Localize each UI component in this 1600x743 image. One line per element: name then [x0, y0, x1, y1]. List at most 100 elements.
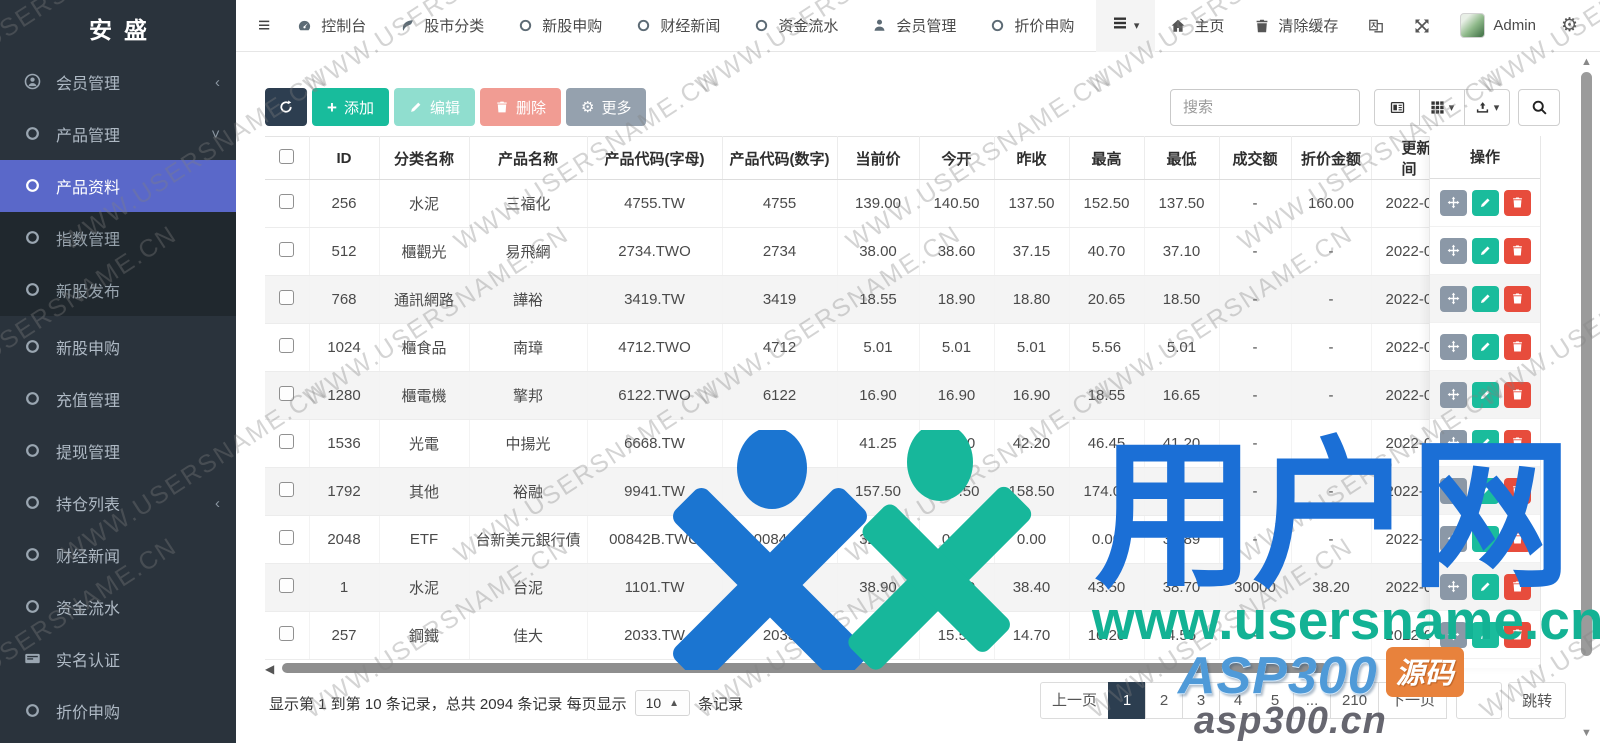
- table-row[interactable]: 1280 櫃電機 擎邦 6122.TWO 6122 16.90 16.90 16.90 18.5…: [265, 371, 1462, 420]
- clear-cache-button[interactable]: 清除缓存: [1254, 15, 1338, 36]
- row-checkbox[interactable]: [279, 386, 295, 401]
- language-button[interactable]: [1368, 18, 1384, 34]
- page-button-2[interactable]: 2: [1145, 682, 1184, 719]
- table-row[interactable]: 1 水泥 台泥 1101.TW 1101 38.90 39.00 38.40 43.50 38.7…: [265, 563, 1462, 612]
- page-button-...[interactable]: ...: [1293, 682, 1332, 719]
- horizontal-scroll-thumb[interactable]: [282, 663, 1328, 673]
- row-checkbox[interactable]: [279, 434, 295, 449]
- table-row[interactable]: 257 鋼鐵 佳大 2033.TW 2033 15.50 15.50 14.70 16.20 4.…: [265, 611, 1462, 660]
- move-row-button[interactable]: [1439, 525, 1467, 552]
- edit-row-button[interactable]: [1471, 189, 1499, 216]
- move-row-button[interactable]: [1439, 381, 1467, 408]
- page-button-4[interactable]: 4: [1219, 682, 1258, 719]
- edit-row-button[interactable]: [1471, 285, 1499, 312]
- sidebar-item-7[interactable]: 充值管理: [0, 373, 236, 425]
- sidebar-item-10[interactable]: 财经新闻: [0, 529, 236, 581]
- vertical-scroll-thumb[interactable]: [1581, 72, 1592, 656]
- sidebar-item-8[interactable]: 提现管理: [0, 425, 236, 477]
- table-row[interactable]: 1024 櫃食品 南璋 4712.TWO 4712 5.01 5.01 5.01 5.56 5.0…: [265, 323, 1462, 372]
- detail-view-button[interactable]: [1374, 89, 1420, 126]
- delete-row-button[interactable]: [1503, 573, 1531, 600]
- table-row[interactable]: 256 水泥 三福化 4755.TW 4755 139.00 140.50 137.50 152…: [265, 179, 1462, 228]
- page-size-select[interactable]: 10 ▲: [634, 690, 691, 716]
- scroll-up-arrow[interactable]: ▲: [1581, 56, 1592, 68]
- columns-button[interactable]: ▾: [1419, 89, 1465, 126]
- user-menu[interactable]: Admin: [1460, 13, 1536, 38]
- page-button-3[interactable]: 3: [1182, 682, 1221, 719]
- edit-button[interactable]: 编辑: [393, 88, 475, 126]
- delete-row-button[interactable]: [1503, 429, 1531, 456]
- page-jump-button[interactable]: 跳转: [1508, 682, 1567, 719]
- nav-item-5[interactable]: 资金流水: [754, 15, 838, 36]
- edit-row-button[interactable]: [1471, 477, 1499, 504]
- move-row-button[interactable]: [1439, 621, 1467, 648]
- page-button-210[interactable]: 210: [1330, 682, 1380, 719]
- sidebar-item-11[interactable]: 资金流水: [0, 581, 236, 633]
- search-button[interactable]: [1518, 89, 1560, 126]
- page-jump-input[interactable]: [1456, 682, 1503, 719]
- settings-gear-icon[interactable]: ⚙: [1561, 14, 1578, 37]
- sidebar-item-1[interactable]: 会员管理 ‹: [0, 56, 236, 108]
- edit-row-button[interactable]: [1471, 429, 1499, 456]
- table-row[interactable]: 1536 光電 中揚光 6668.TW 6668 41.25 42.40 42.20 46.45…: [265, 419, 1462, 468]
- sidebar-item-6[interactable]: 新股申购: [0, 321, 236, 373]
- edit-row-button[interactable]: [1471, 525, 1499, 552]
- move-row-button[interactable]: [1439, 573, 1467, 600]
- nav-item-1[interactable]: 控制台: [297, 15, 366, 36]
- edit-row-button[interactable]: [1471, 573, 1499, 600]
- table-row[interactable]: 768 通訊網路 譁裕 3419.TW 3419 18.55 18.90 18.80 20.65…: [265, 275, 1462, 324]
- export-button[interactable]: ▾: [1464, 89, 1510, 126]
- sidebar-item-3[interactable]: 产品资料: [0, 160, 236, 212]
- table-row[interactable]: 512 櫃觀光 易飛網 2734.TWO 2734 38.00 38.60 37.15 40.7…: [265, 227, 1462, 276]
- scroll-down-arrow[interactable]: ▼: [1581, 727, 1592, 739]
- table-row[interactable]: 2048 ETF 台新美元銀行債 00842B.TWO 00842B 32.95 0.00 0…: [265, 515, 1462, 564]
- edit-row-button[interactable]: [1471, 333, 1499, 360]
- nav-style-toggle-button[interactable]: ▾: [1095, 0, 1156, 52]
- select-all-checkbox[interactable]: [279, 148, 295, 164]
- delete-row-button[interactable]: [1503, 189, 1531, 216]
- page-button-下一页[interactable]: 下一页: [1378, 682, 1448, 719]
- row-checkbox[interactable]: [279, 338, 295, 353]
- row-checkbox[interactable]: [279, 194, 295, 209]
- sidebar-item-2[interactable]: 产品管理 ˅: [0, 108, 236, 160]
- hamburger-menu-icon[interactable]: ≡: [258, 14, 270, 38]
- sidebar-item-4[interactable]: 指数管理: [0, 212, 236, 264]
- more-button[interactable]: ⚙ 更多: [565, 88, 647, 126]
- page-button-1[interactable]: 1: [1108, 682, 1147, 719]
- edit-row-button[interactable]: [1471, 237, 1499, 264]
- row-checkbox[interactable]: [279, 290, 295, 305]
- delete-row-button[interactable]: [1503, 381, 1531, 408]
- nav-item-3[interactable]: 新股申购: [518, 15, 602, 36]
- delete-row-button[interactable]: [1503, 525, 1531, 552]
- sidebar-item-5[interactable]: 新股发布: [0, 264, 236, 316]
- row-checkbox[interactable]: [279, 530, 295, 545]
- row-checkbox[interactable]: [279, 242, 295, 257]
- page-button-上一页[interactable]: 上一页: [1040, 682, 1110, 719]
- edit-row-button[interactable]: [1471, 381, 1499, 408]
- fullscreen-button[interactable]: [1414, 18, 1430, 34]
- move-row-button[interactable]: [1439, 285, 1467, 312]
- move-row-button[interactable]: [1439, 189, 1467, 216]
- page-button-5[interactable]: 5: [1256, 682, 1295, 719]
- sidebar-item-13[interactable]: 折价申购: [0, 685, 236, 737]
- delete-button[interactable]: 删除: [479, 88, 561, 126]
- edit-row-button[interactable]: [1471, 621, 1499, 648]
- delete-row-button[interactable]: [1503, 237, 1531, 264]
- row-checkbox[interactable]: [279, 578, 295, 593]
- sidebar-item-9[interactable]: 持仓列表 ‹: [0, 477, 236, 529]
- home-button[interactable]: 主页: [1170, 15, 1224, 36]
- delete-row-button[interactable]: [1503, 621, 1531, 648]
- nav-item-6[interactable]: 会员管理: [872, 15, 956, 36]
- nav-item-7[interactable]: 折价申购: [990, 15, 1074, 36]
- move-row-button[interactable]: [1439, 237, 1467, 264]
- add-button[interactable]: + 添加: [312, 88, 389, 126]
- delete-row-button[interactable]: [1503, 333, 1531, 360]
- nav-item-2[interactable]: 股市分类: [400, 15, 484, 36]
- refresh-button[interactable]: [265, 88, 307, 126]
- row-checkbox[interactable]: [279, 626, 295, 641]
- nav-item-4[interactable]: 财经新闻: [636, 15, 720, 36]
- delete-row-button[interactable]: [1503, 477, 1531, 504]
- delete-row-button[interactable]: [1503, 285, 1531, 312]
- sidebar-item-12[interactable]: 实名认证: [0, 633, 236, 685]
- move-row-button[interactable]: [1439, 429, 1467, 456]
